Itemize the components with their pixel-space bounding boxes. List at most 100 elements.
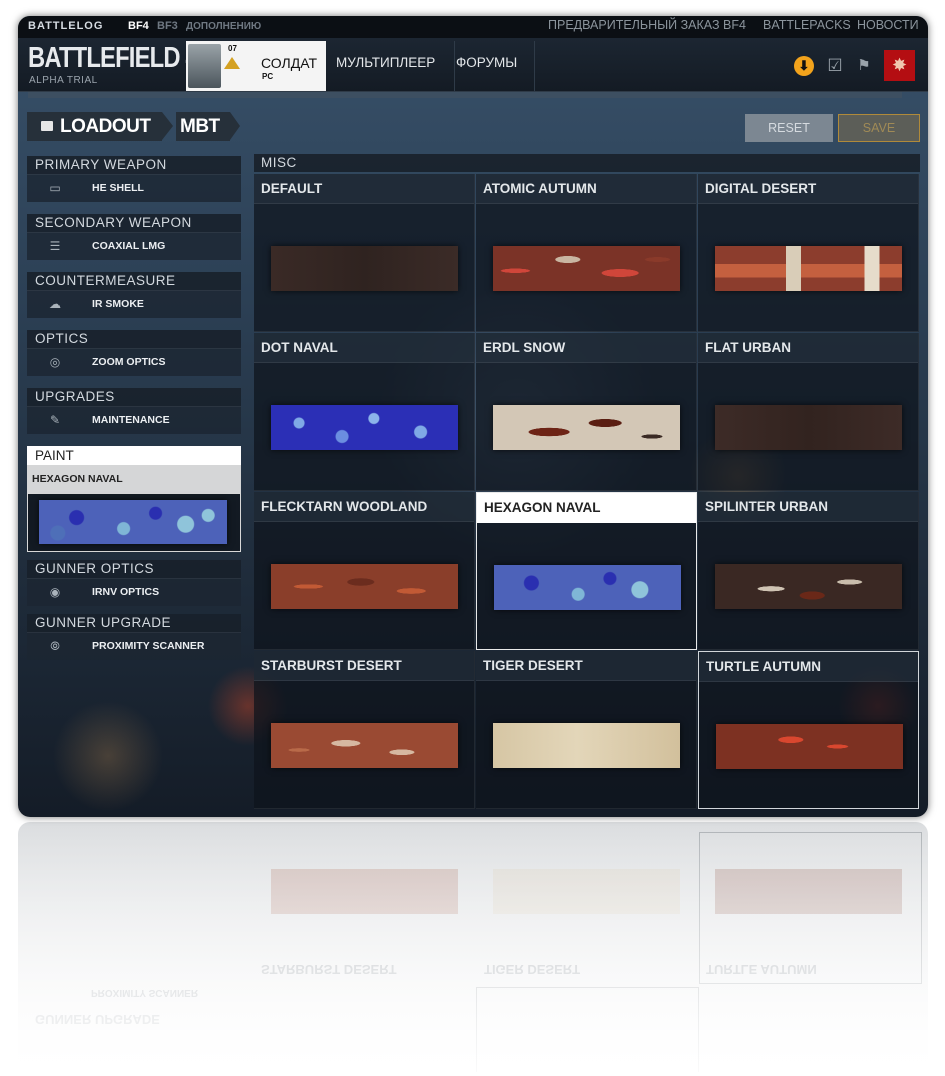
category-paint[interactable]: PAINT HEXAGON NAVAL: [27, 446, 241, 552]
tile-title: ATOMIC AUTUMN: [476, 174, 696, 204]
lmg-icon: ☰: [49, 239, 61, 253]
category-title: COUNTERMEASURE: [27, 272, 241, 290]
platform-label: PC: [262, 72, 274, 81]
category-title: SECONDARY WEAPON: [27, 214, 241, 232]
tile-title: TURTLE AUTUMN: [699, 652, 918, 682]
paint-tile-turtle-autumn[interactable]: TURTLE AUTUMN: [698, 651, 919, 809]
paint-tile-erdl-snow[interactable]: ERDL SNOW: [476, 333, 697, 491]
item-label: IR SMOKE: [92, 298, 144, 310]
subnav-strip: [28, 92, 902, 98]
paint-tile-flat-urban[interactable]: FLAT URBAN: [698, 333, 919, 491]
game-tab-bf4[interactable]: BF4: [128, 20, 149, 32]
paint-tile-dot-naval[interactable]: DOT NAVAL: [254, 333, 475, 491]
battlelog-window: BATTLELOG BF4 BF3 ДОПОЛНЕНИЮ ПРЕДВАРИТЕЛ…: [18, 16, 928, 817]
tile-title: TIGER DESERT: [476, 651, 696, 681]
battlelog-link[interactable]: BATTLELOG: [28, 20, 103, 32]
avatar: [188, 44, 221, 88]
smoke-icon: ☁: [49, 297, 61, 311]
paint-tile-default[interactable]: DEFAULT: [254, 174, 475, 332]
wrench-icon: ✎: [49, 413, 61, 427]
paint-tile-flecktarn-woodland[interactable]: FLECKTARN WOODLAND: [254, 492, 475, 650]
category-primary-weapon: PRIMARY WEAPON ▭ HE SHELL: [27, 156, 241, 202]
category-optics: OPTICS ◎ ZOOM OPTICS: [27, 330, 241, 376]
paint-swatch: [493, 246, 680, 291]
category-title: GUNNER OPTICS: [27, 560, 241, 578]
tile-title: DIGITAL DESERT: [698, 174, 918, 204]
category-item-countermeasure[interactable]: ☁ IR SMOKE: [27, 290, 241, 318]
flag-icon[interactable]: ⚑: [854, 56, 874, 76]
soldier-label: СОЛДАТ: [261, 55, 317, 71]
optics-icon: ◎: [49, 355, 61, 369]
paint-swatch: [715, 405, 902, 450]
paint-grid: MISC DEFAULT ATOMIC AUTUMN DIGITAL DESER…: [254, 154, 920, 809]
paint-tile-atomic-autumn[interactable]: ATOMIC AUTUMN: [476, 174, 697, 332]
category-item-gunner-upgrade[interactable]: ⦾ PROXIMITY SCANNER: [27, 632, 241, 660]
breadcrumb-loadout[interactable]: LOADOUT: [27, 112, 162, 141]
paint-tile-digital-desert[interactable]: DIGITAL DESERT: [698, 174, 919, 332]
category-title: UPGRADES: [27, 388, 241, 406]
nav-multiplayer[interactable]: МУЛЬТИПЛЕЕР: [328, 41, 455, 91]
save-button[interactable]: SAVE: [838, 114, 920, 142]
breadcrumb-arrow: [230, 112, 240, 140]
preorder-link[interactable]: ПРЕДВАРИТЕЛЬНЫЙ ЗАКАЗ BF4: [548, 18, 746, 32]
tile-title: ERDL SNOW: [476, 333, 696, 363]
game-tab-bf3[interactable]: BF3: [157, 20, 178, 32]
item-label: COAXIAL LMG: [92, 240, 166, 252]
category-item-primary-weapon[interactable]: ▭ HE SHELL: [27, 174, 241, 202]
paint-tile-tiger-desert[interactable]: TIGER DESERT: [476, 651, 697, 809]
paint-tile-hexagon-naval[interactable]: HEXAGON NAVAL: [476, 492, 697, 650]
paint-swatch: [494, 565, 681, 610]
category-secondary-weapon: SECONDARY WEAPON ☰ COAXIAL LMG: [27, 214, 241, 260]
paint-swatch: [493, 405, 680, 450]
category-gunner-upgrade: GUNNER UPGRADE ⦾ PROXIMITY SCANNER: [27, 614, 241, 660]
selected-paint-preview: [27, 493, 241, 552]
paint-swatch: [271, 246, 458, 291]
paint-swatch: [715, 564, 902, 609]
tile-title: DOT NAVAL: [254, 333, 474, 363]
category-title: PAINT: [27, 446, 241, 465]
category-list: PRIMARY WEAPON ▭ HE SHELL SECONDARY WEAP…: [27, 156, 241, 672]
paint-tile-spilinter-urban[interactable]: SPILINTER URBAN: [698, 492, 919, 650]
item-label: ZOOM OPTICS: [92, 356, 166, 368]
category-item-upgrades[interactable]: ✎ MAINTENANCE: [27, 406, 241, 434]
tile-title: SPILINTER URBAN: [698, 492, 918, 522]
paint-swatch: [716, 724, 903, 769]
reset-button[interactable]: RESET: [745, 114, 833, 142]
category-item-optics[interactable]: ◎ ZOOM OPTICS: [27, 348, 241, 376]
clipboard-icon[interactable]: ☑: [825, 56, 845, 76]
paint-tile-starburst-desert[interactable]: STARBURST DESERT: [254, 651, 475, 809]
download-icon[interactable]: ⬇: [794, 56, 814, 76]
item-label: MAINTENANCE: [92, 414, 170, 426]
paint-swatch: [271, 564, 458, 609]
news-link[interactable]: НОВОСТИ: [857, 18, 919, 32]
soldier-tab[interactable]: 07 СОЛДАТ PC: [186, 41, 326, 91]
rank-icon: [224, 57, 240, 69]
item-label: PROXIMITY SCANNER: [92, 640, 205, 652]
top-bar: BATTLELOG BF4 BF3 ДОПОЛНЕНИЮ ПРЕДВАРИТЕЛ…: [18, 16, 928, 38]
breadcrumb-arrow: [162, 112, 173, 140]
nav-forums[interactable]: ФОРУМЫ: [448, 41, 535, 91]
paint-swatch: [715, 246, 902, 291]
category-title: OPTICS: [27, 330, 241, 348]
item-label: IRNV OPTICS: [92, 586, 160, 598]
game-logo[interactable]: BATTLEFIELD 4: [28, 42, 199, 75]
category-upgrades: UPGRADES ✎ MAINTENANCE: [27, 388, 241, 434]
header: BATTLEFIELD 4 ALPHA TRIAL 07 СОЛДАТ PC М…: [18, 38, 928, 92]
briefcase-icon: [41, 121, 53, 131]
category-gunner-optics: GUNNER OPTICS ◉ IRNV OPTICS: [27, 560, 241, 606]
paint-swatch: [39, 500, 227, 544]
battlepacks-link[interactable]: BATTLEPACKS: [763, 18, 851, 32]
reflection-fade: [18, 822, 928, 1072]
addons-link[interactable]: ДОПОЛНЕНИЮ: [186, 21, 261, 32]
category-item-gunner-optics[interactable]: ◉ IRNV OPTICS: [27, 578, 241, 606]
item-label: HE SHELL: [92, 182, 144, 194]
emblem-icon[interactable]: ✸: [884, 50, 915, 81]
category-countermeasure: COUNTERMEASURE ☁ IR SMOKE: [27, 272, 241, 318]
breadcrumb-vehicle: MBT: [176, 112, 230, 141]
grid-title: MISC: [254, 154, 920, 172]
paint-swatch: [271, 723, 458, 768]
tile-title: STARBURST DESERT: [254, 651, 474, 681]
tile-title: HEXAGON NAVAL: [477, 493, 696, 523]
category-item-secondary-weapon[interactable]: ☰ COAXIAL LMG: [27, 232, 241, 260]
selected-paint-label: HEXAGON NAVAL: [27, 465, 241, 493]
